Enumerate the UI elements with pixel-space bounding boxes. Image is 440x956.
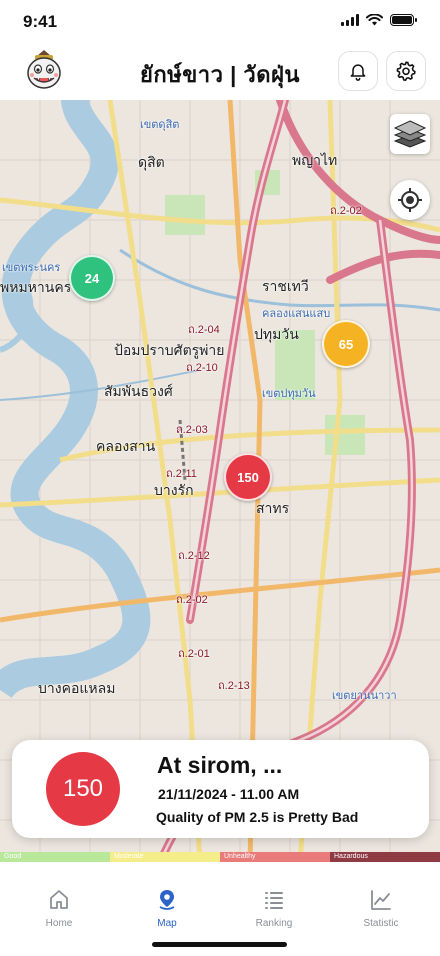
status-bar: 9:41 bbox=[0, 0, 440, 44]
map-label-samphanthawong: สัมพันธวงศ์ bbox=[104, 383, 173, 399]
road-code-label: ถ.2-02 bbox=[330, 205, 362, 217]
map-label-phra-nakhon: พหมหานคร bbox=[0, 279, 72, 295]
map-label-bang-kho-laem: บางคอแหลม bbox=[38, 680, 116, 696]
list-icon bbox=[265, 892, 283, 909]
map-label-khet-yannawa: เขตยานนาวา bbox=[332, 690, 397, 702]
tab-statistic-label: Statistic bbox=[363, 918, 399, 929]
road-code-label: ถ.2-04 bbox=[188, 324, 220, 336]
status-time: 9:41 bbox=[23, 12, 58, 31]
aqi-marker-150[interactable]: 150 bbox=[224, 453, 272, 501]
crosshair-icon bbox=[398, 188, 422, 212]
tab-ranking-label: Ranking bbox=[255, 918, 293, 929]
map-label-ratchathewi: ราชเทวี bbox=[262, 278, 309, 294]
road-code-label: ถ.2-02 bbox=[176, 594, 208, 606]
map-label-khet-dusit: เขตดุสิต bbox=[140, 119, 180, 131]
map-label-pathum-wan: ปทุมวัน bbox=[254, 326, 299, 342]
notifications-button[interactable] bbox=[338, 51, 378, 91]
aqi-marker-65[interactable]: 65 bbox=[322, 320, 370, 368]
home-icon bbox=[50, 890, 68, 909]
tab-map-label: Map bbox=[157, 918, 177, 929]
bottom-tab-bar: Home Map Ranking Statistic bbox=[0, 862, 440, 956]
road-code-label: ถ.2-12 bbox=[178, 550, 210, 562]
status-icons bbox=[341, 14, 417, 26]
app-header: ยักษ์ขาว | วัดฝุ่น bbox=[0, 44, 440, 100]
battery-icon bbox=[390, 14, 417, 26]
map-label-klong-saen-saeb: คลองแสนแสบ bbox=[262, 308, 331, 320]
reading-datetime: 21/11/2024 - 11.00 AM bbox=[158, 786, 300, 802]
road-code-label: ถ.2-03 bbox=[176, 424, 208, 436]
map-label-khlong-san: คลองสาน bbox=[96, 438, 156, 454]
legend-moderate: Moderate bbox=[110, 852, 220, 862]
map-layers-button[interactable] bbox=[390, 114, 430, 154]
app-screen: 9:41 ยักษ์ขาว | วัดฝุ่น ดุสิต เขตดุสิต พ… bbox=[0, 0, 440, 956]
aqi-legend: Good Moderate Unhealthy Hazardous bbox=[0, 852, 440, 862]
map-label-khet-pathum-wan: เขตปทุมวัน bbox=[262, 388, 316, 400]
tab-home[interactable]: Home bbox=[19, 888, 99, 929]
bell-icon bbox=[350, 64, 366, 81]
map-label-sathorn: สาทร bbox=[256, 500, 290, 516]
home-indicator bbox=[152, 942, 287, 947]
road-code-label: ถ.2-10 bbox=[186, 362, 218, 374]
settings-button[interactable] bbox=[386, 51, 426, 91]
layers-icon bbox=[393, 120, 427, 148]
station-name: At sirom, ... bbox=[157, 752, 283, 778]
aqi-marker-24[interactable]: 24 bbox=[69, 255, 115, 301]
tab-map[interactable]: Map bbox=[127, 888, 207, 929]
wifi-icon bbox=[366, 14, 383, 26]
road-code-label: ถ.2-11 bbox=[166, 468, 197, 480]
air-quality-summary: Quality of PM 2.5 is Pretty Bad bbox=[156, 809, 359, 825]
map-label-phaya-thai: พญาไท bbox=[292, 152, 338, 168]
map-pin-icon bbox=[159, 890, 175, 910]
map-label-bang-rak: บางรัก bbox=[154, 482, 194, 498]
my-location-button[interactable] bbox=[390, 180, 430, 220]
road-code-label: ถ.2-01 bbox=[178, 648, 210, 660]
legend-good: Good bbox=[0, 852, 110, 862]
map-label-khet-phra-nakhon: เขตพระนคร bbox=[2, 262, 61, 274]
map-label-dusit: ดุสิต bbox=[138, 154, 165, 170]
legend-hazardous: Hazardous bbox=[330, 852, 440, 862]
tab-home-label: Home bbox=[45, 918, 73, 929]
chart-icon bbox=[371, 890, 391, 910]
road-code-label: ถ.2-13 bbox=[218, 680, 250, 692]
gear-icon bbox=[396, 61, 416, 82]
aqi-value-badge: 150 bbox=[46, 752, 120, 826]
station-info-card[interactable]: 150 At sirom, ... 21/11/2024 - 11.00 AM … bbox=[12, 740, 429, 838]
tab-ranking[interactable]: Ranking bbox=[234, 888, 314, 929]
tab-statistic[interactable]: Statistic bbox=[341, 888, 421, 929]
cellular-signal-icon bbox=[341, 14, 359, 26]
legend-unhealthy: Unhealthy bbox=[220, 852, 330, 862]
